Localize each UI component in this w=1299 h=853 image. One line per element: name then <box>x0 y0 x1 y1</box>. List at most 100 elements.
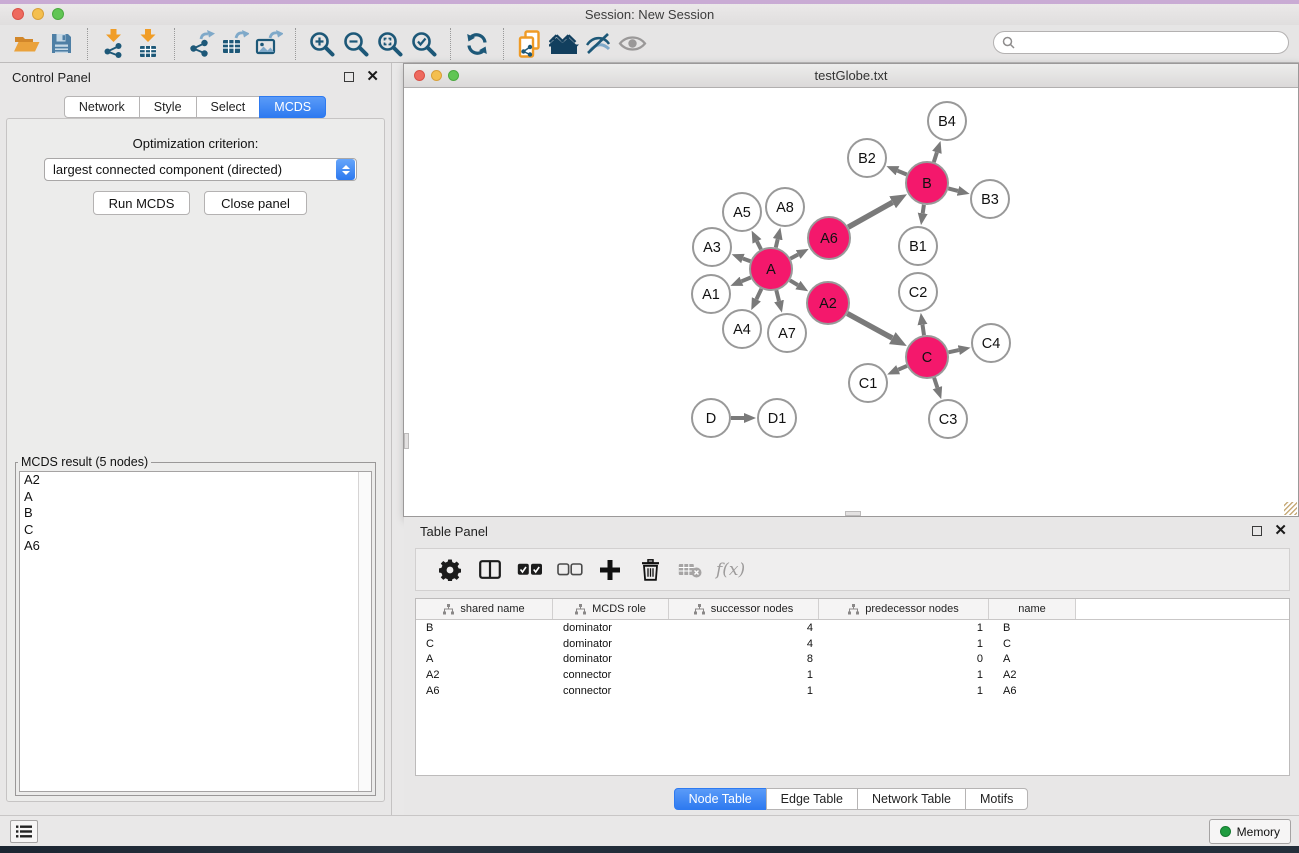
delete-column-button[interactable] <box>630 559 670 581</box>
tab-network-table[interactable]: Network Table <box>857 788 966 810</box>
node-B[interactable]: B <box>906 162 948 204</box>
column-header-name[interactable]: name <box>989 599 1076 619</box>
table-row[interactable]: Cdominator41C <box>416 636 1289 652</box>
show-graphics-details-button[interactable] <box>581 28 615 60</box>
search-field[interactable] <box>993 31 1289 54</box>
export-image-button[interactable] <box>252 28 286 60</box>
mcds-result-item[interactable]: A2 <box>20 472 371 489</box>
node-D1[interactable]: D1 <box>758 399 796 437</box>
network-canvas[interactable]: B4B2BB3B1A5A8A6A3AA1A4A7A2C2C4CC1C3DD1 <box>404 88 1298 516</box>
close-panel-button[interactable]: Close panel <box>204 191 307 215</box>
edge-A6-B[interactable] <box>848 202 892 227</box>
function-builder-button[interactable]: f(x) <box>716 560 745 580</box>
node-B3[interactable]: B3 <box>971 180 1009 218</box>
tab-network[interactable]: Network <box>64 96 140 118</box>
clone-network-button[interactable] <box>513 28 547 60</box>
edge-C-C4[interactable] <box>949 350 959 352</box>
network-graph[interactable]: B4B2BB3B1A5A8A6A3AA1A4A7A2C2C4CC1C3DD1 <box>404 88 1298 516</box>
table-settings-button[interactable] <box>430 559 470 581</box>
node-C4[interactable]: C4 <box>972 324 1010 362</box>
column-header-predecessor-nodes[interactable]: predecessor nodes <box>819 599 989 619</box>
list-scrollbar[interactable] <box>358 472 371 791</box>
mcds-result-item[interactable]: A6 <box>20 538 371 555</box>
node-A1[interactable]: A1 <box>692 275 730 313</box>
node-B2[interactable]: B2 <box>848 139 886 177</box>
edge-A-A7[interactable] <box>776 290 779 301</box>
node-D[interactable]: D <box>692 399 730 437</box>
tab-edge-table[interactable]: Edge Table <box>766 788 858 810</box>
tab-style[interactable]: Style <box>139 96 197 118</box>
minimize-window-button[interactable] <box>32 8 44 20</box>
edge-A-A5[interactable] <box>757 241 761 249</box>
column-header-mcds-role[interactable]: MCDS role <box>553 599 669 619</box>
mcds-result-item[interactable]: C <box>20 522 371 539</box>
node-B1[interactable]: B1 <box>899 227 937 265</box>
add-column-button[interactable] <box>590 560 630 580</box>
table-row[interactable]: A6connector11A6 <box>416 683 1289 699</box>
edge-B-B1[interactable] <box>923 205 924 214</box>
edge-A-A6[interactable] <box>790 255 798 259</box>
tab-select[interactable]: Select <box>196 96 261 118</box>
export-table-button[interactable] <box>218 28 252 60</box>
zoom-out-button[interactable] <box>339 28 373 60</box>
node-A2[interactable]: A2 <box>807 282 849 324</box>
node-C2[interactable]: C2 <box>899 273 937 311</box>
import-network-button[interactable] <box>97 28 131 60</box>
splitter-grip-vertical[interactable] <box>404 433 409 449</box>
minimize-network-window-button[interactable] <box>431 70 442 81</box>
node-A4[interactable]: A4 <box>723 310 761 348</box>
edge-C-C1[interactable] <box>898 366 907 370</box>
node-A[interactable]: A <box>750 248 792 290</box>
delete-table-button[interactable] <box>670 562 710 578</box>
close-window-button[interactable] <box>12 8 24 20</box>
node-C1[interactable]: C1 <box>849 364 887 402</box>
edge-C-C2[interactable] <box>923 325 925 336</box>
eye-button[interactable] <box>615 28 649 60</box>
edge-C-C3[interactable] <box>934 378 937 388</box>
close-panel-icon[interactable]: ✕ <box>366 72 379 82</box>
zoom-selected-button[interactable] <box>407 28 441 60</box>
edge-B-B3[interactable] <box>948 188 958 191</box>
tab-motifs[interactable]: Motifs <box>965 788 1028 810</box>
criterion-select[interactable]: largest connected component (directed) <box>44 158 357 181</box>
column-header-successor-nodes[interactable]: successor nodes <box>669 599 819 619</box>
mcds-result-item[interactable]: B <box>20 505 371 522</box>
zoom-window-button[interactable] <box>52 8 64 20</box>
float-table-panel-icon[interactable] <box>1252 526 1262 536</box>
edge-A-A2[interactable] <box>790 280 798 285</box>
edge-A-A8[interactable] <box>776 239 778 247</box>
edge-B-B2[interactable] <box>898 171 907 175</box>
select-all-button[interactable] <box>510 563 550 576</box>
close-network-window-button[interactable] <box>414 70 425 81</box>
tab-mcds[interactable]: MCDS <box>259 96 326 118</box>
split-view-button[interactable] <box>470 560 510 579</box>
table-row[interactable]: A2connector11A2 <box>416 667 1289 683</box>
node-A5[interactable]: A5 <box>723 193 761 231</box>
node-A6[interactable]: A6 <box>808 217 850 259</box>
run-mcds-button[interactable]: Run MCDS <box>93 191 190 215</box>
tab-node-table[interactable]: Node Table <box>674 788 767 810</box>
node-C3[interactable]: C3 <box>929 400 967 438</box>
memory-button[interactable]: Memory <box>1209 819 1291 844</box>
edge-A2-C[interactable] <box>847 314 892 339</box>
window-resize-grip[interactable] <box>1284 502 1297 515</box>
search-input[interactable] <box>1020 36 1288 50</box>
zoom-network-window-button[interactable] <box>448 70 459 81</box>
import-table-button[interactable] <box>131 28 165 60</box>
close-table-panel-icon[interactable]: ✕ <box>1274 526 1287 536</box>
save-session-button[interactable] <box>44 28 78 60</box>
node-table[interactable]: shared nameMCDS rolesuccessor nodesprede… <box>415 598 1290 776</box>
zoom-fit-button[interactable] <box>373 28 407 60</box>
zoom-in-button[interactable] <box>305 28 339 60</box>
splitter-grip-horizontal[interactable] <box>845 511 861 516</box>
deselect-all-button[interactable] <box>550 563 590 576</box>
node-B4[interactable]: B4 <box>928 102 966 140</box>
mcds-result-list[interactable]: A2ABCA6 <box>19 471 372 792</box>
mcds-result-item[interactable]: A <box>20 489 371 506</box>
edge-A-A3[interactable] <box>743 259 751 262</box>
table-row[interactable]: Adominator80A <box>416 652 1289 668</box>
open-session-button[interactable] <box>10 28 44 60</box>
table-row[interactable]: Bdominator41B <box>416 620 1289 636</box>
export-network-button[interactable] <box>184 28 218 60</box>
refresh-button[interactable] <box>460 28 494 60</box>
